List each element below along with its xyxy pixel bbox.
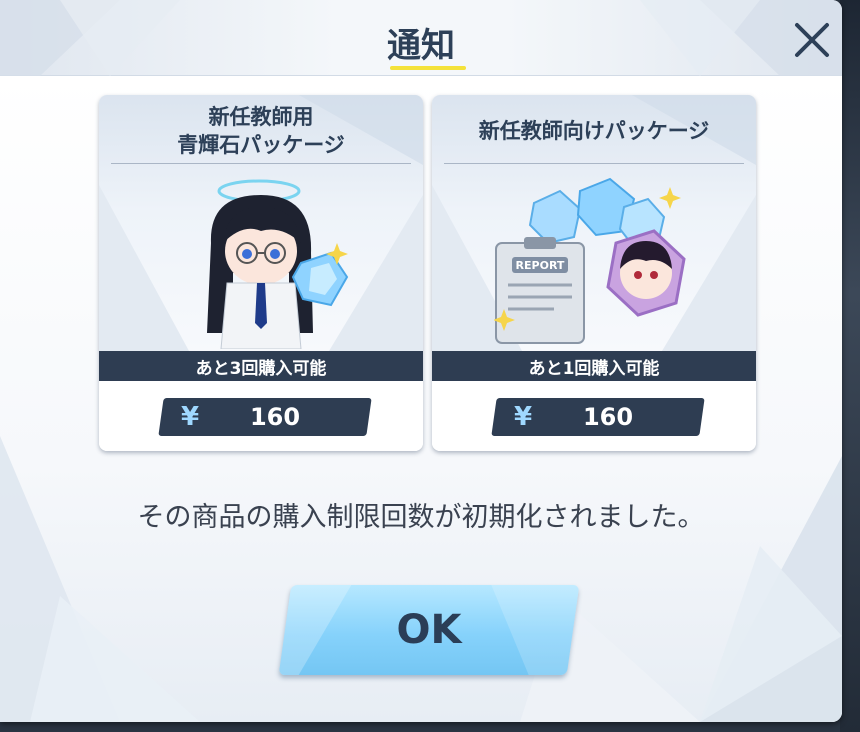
report-crystals-portrait-icon: REPORT xyxy=(494,177,686,344)
chibi-character-with-crystal-icon xyxy=(207,179,349,349)
ok-button[interactable]: OK xyxy=(278,585,580,675)
price-value: 160 xyxy=(582,403,634,431)
background-edge xyxy=(840,0,860,732)
package-title: 新任教師用 青輝石パッケージ xyxy=(99,101,423,161)
close-button[interactable] xyxy=(792,20,832,60)
price-area: ¥ 160 xyxy=(99,381,423,451)
package-card-1[interactable]: 新任教師用 青輝石パッケージ あと3回購入可能 ¥ 160 xyxy=(99,95,423,451)
title-divider xyxy=(111,163,411,164)
notification-message: その商品の購入制限回数が初期化されました。 xyxy=(137,502,705,533)
svg-text:REPORT: REPORT xyxy=(516,259,565,272)
purchase-limit-banner: あと3回購入可能 xyxy=(99,351,423,381)
package-title-line-1: 新任教師用 xyxy=(208,105,314,129)
price-area: ¥ 160 xyxy=(432,381,756,451)
package-title-line-2: 青輝石パッケージ xyxy=(177,133,345,157)
purchase-limit-banner: あと1回購入可能 xyxy=(432,351,756,381)
ok-button-label: OK xyxy=(396,607,462,653)
yen-icon: ¥ xyxy=(180,402,200,432)
price-value: 160 xyxy=(249,403,301,431)
title-underline xyxy=(390,66,466,70)
package-title-line-1: 新任教師向けパッケージ xyxy=(478,119,710,143)
package-card-2[interactable]: 新任教師向けパッケージ REPORT あと1回購入可能 ¥ 160 xyxy=(432,95,756,451)
notification-dialog: 通知 新任教師用 青輝石パッケージ あと3回購入可能 ¥ 160 新任教師向けパ… xyxy=(0,0,842,722)
yen-icon: ¥ xyxy=(513,402,533,432)
package-title: 新任教師向けパッケージ xyxy=(432,101,756,161)
close-icon xyxy=(795,23,829,57)
dialog-title: 通知 xyxy=(387,26,455,66)
title-divider xyxy=(444,163,744,164)
